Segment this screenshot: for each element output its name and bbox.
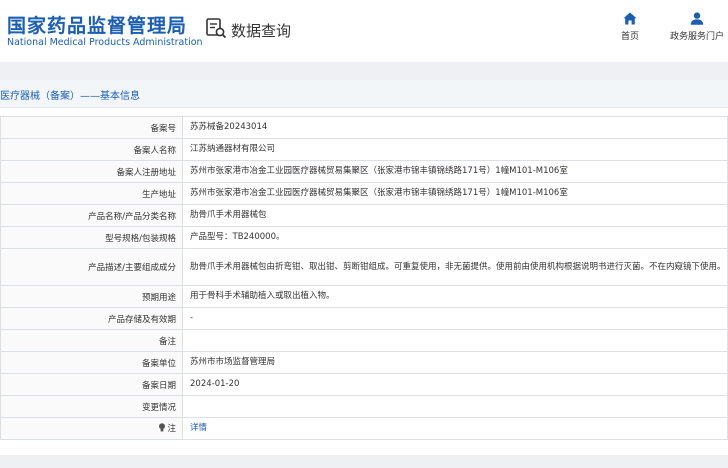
section-header: 医疗器械（备案）——基本信息 (0, 80, 728, 108)
user-icon (666, 12, 728, 25)
row-label: 备案人名称 (0, 138, 183, 161)
row-label: 产品描述/主要组成成分 (0, 248, 183, 286)
row-value: 肋骨爪手术用器械包由折弯钳、取出钳、剪断钳组成。可重复使用，非无菌提供。使用前由… (182, 248, 728, 286)
home-icon (617, 12, 643, 25)
row-value (182, 395, 728, 418)
table-row: 备案单位 苏州市市场监督管理局 (0, 351, 728, 374)
row-label: 生产地址 (0, 182, 183, 205)
table-row: 注 详情 (0, 417, 728, 440)
site-header: 国家药品监督管理局 National Medical Products Admi… (0, 0, 728, 62)
details-link[interactable]: 详情 (190, 423, 207, 433)
row-label: 变更情况 (0, 395, 183, 418)
table-row: 备案人注册地址 苏州市张家港市冶金工业园医疗器械贸易集聚区（张家港市锦丰镇锦绣路… (0, 160, 728, 183)
data-query-title: 数据查询 (231, 21, 292, 40)
row-value: 肋骨爪手术用器械包 (182, 204, 728, 227)
table-row: 产品名称/产品分类名称 肋骨爪手术用器械包 (0, 204, 728, 227)
info-table: 备案号 苏苏械备20243014 备案人名称 江苏纳通器材有限公司 备案人注册地… (0, 116, 728, 440)
table-row: 备案号 苏苏械备20243014 (0, 116, 728, 139)
nav-home-label: 首页 (620, 32, 639, 42)
header-separator-band (0, 62, 728, 80)
row-label: 备案单位 (0, 351, 183, 374)
row-label-note: 注 (0, 417, 183, 440)
row-label: 备案人注册地址 (0, 160, 183, 183)
row-value: 2024-01-20 (182, 373, 728, 396)
row-value: 产品型号：TB240000。 (182, 226, 728, 249)
row-label: 型号规格/包装规格 (0, 226, 183, 249)
data-query-heading: 数据查询 (205, 17, 291, 43)
note-label: 注 (167, 424, 176, 435)
row-value: 苏苏械备20243014 (182, 116, 728, 139)
row-label: 产品名称/产品分类名称 (0, 204, 183, 227)
row-label: 备注 (0, 329, 183, 352)
nav-service-label: 政务服务门户 (669, 32, 724, 42)
row-label: 产品存储及有效期 (0, 307, 183, 330)
logo-title-cn[interactable]: 国家药品监督管理局 (7, 11, 187, 38)
row-value: 苏州市张家港市冶金工业园医疗器械贸易集聚区（张家港市锦丰镇锦绣路171号）1幢M… (182, 160, 728, 183)
nav-service-portal-link[interactable]: 政务服务门户 (666, 12, 728, 42)
row-value (182, 329, 728, 352)
table-row: 预期用途 用于骨科手术辅助植入或取出植入物。 (0, 285, 728, 308)
row-value: 用于骨科手术辅助植入或取出植入物。 (182, 285, 728, 308)
table-row: 备案日期 2024-01-20 (0, 373, 728, 396)
section-title: 医疗器械（备案）——基本信息 (0, 91, 140, 102)
document-search-icon (205, 17, 227, 43)
row-label: 预期用途 (0, 285, 183, 308)
tip-icon (158, 423, 166, 435)
row-value: 江苏纳通器材有限公司 (182, 138, 728, 161)
row-value: - (182, 307, 728, 330)
logo-title-en: National Medical Products Administration (7, 37, 203, 48)
row-label: 备案日期 (0, 373, 183, 396)
row-value: 苏州市张家港市冶金工业园医疗器械贸易集聚区（张家港市锦丰镇锦绣路171号）1幢M… (182, 182, 728, 205)
table-row: 变更情况 (0, 395, 728, 418)
row-value: 详情 (182, 417, 728, 440)
table-row: 型号规格/包装规格 产品型号：TB240000。 (0, 226, 728, 249)
table-row: 备注 (0, 329, 728, 352)
row-value: 苏州市市场监督管理局 (182, 351, 728, 374)
nav-home-link[interactable]: 首页 (617, 12, 643, 42)
table-row: 产品描述/主要组成成分 肋骨爪手术用器械包由折弯钳、取出钳、剪断钳组成。可重复使… (0, 248, 728, 286)
table-row: 备案人名称 江苏纳通器材有限公司 (0, 138, 728, 161)
footer-separator-band (0, 455, 728, 468)
table-row: 产品存储及有效期 - (0, 307, 728, 330)
row-label: 备案号 (0, 116, 183, 139)
table-row: 生产地址 苏州市张家港市冶金工业园医疗器械贸易集聚区（张家港市锦丰镇锦绣路171… (0, 182, 728, 205)
